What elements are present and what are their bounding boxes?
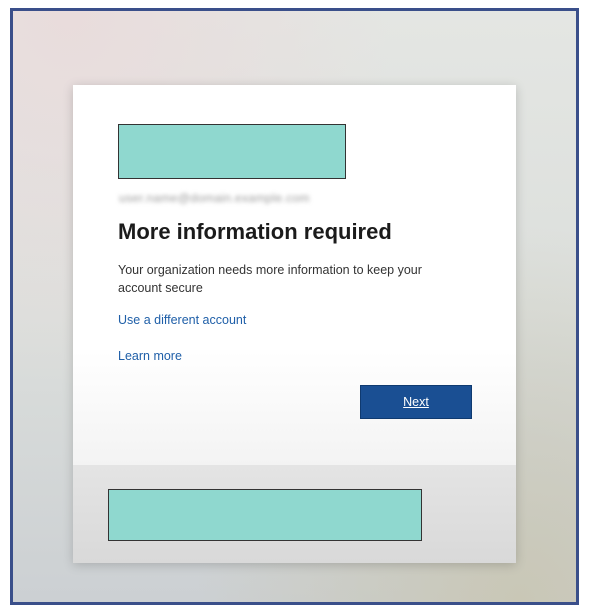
account-email: user.name@domain.example.com [119, 191, 310, 205]
next-button[interactable]: Next [360, 385, 472, 419]
signin-card: user.name@domain.example.com More inform… [73, 85, 516, 563]
screenshot-frame: user.name@domain.example.com More inform… [10, 8, 579, 605]
description-text: Your organization needs more information… [118, 263, 422, 295]
page-title: More information required [118, 219, 392, 244]
learn-more-link[interactable]: Learn more [118, 349, 182, 363]
redacted-footer-banner [108, 489, 422, 541]
use-different-account-link[interactable]: Use a different account [118, 313, 246, 327]
redacted-logo [118, 124, 346, 179]
